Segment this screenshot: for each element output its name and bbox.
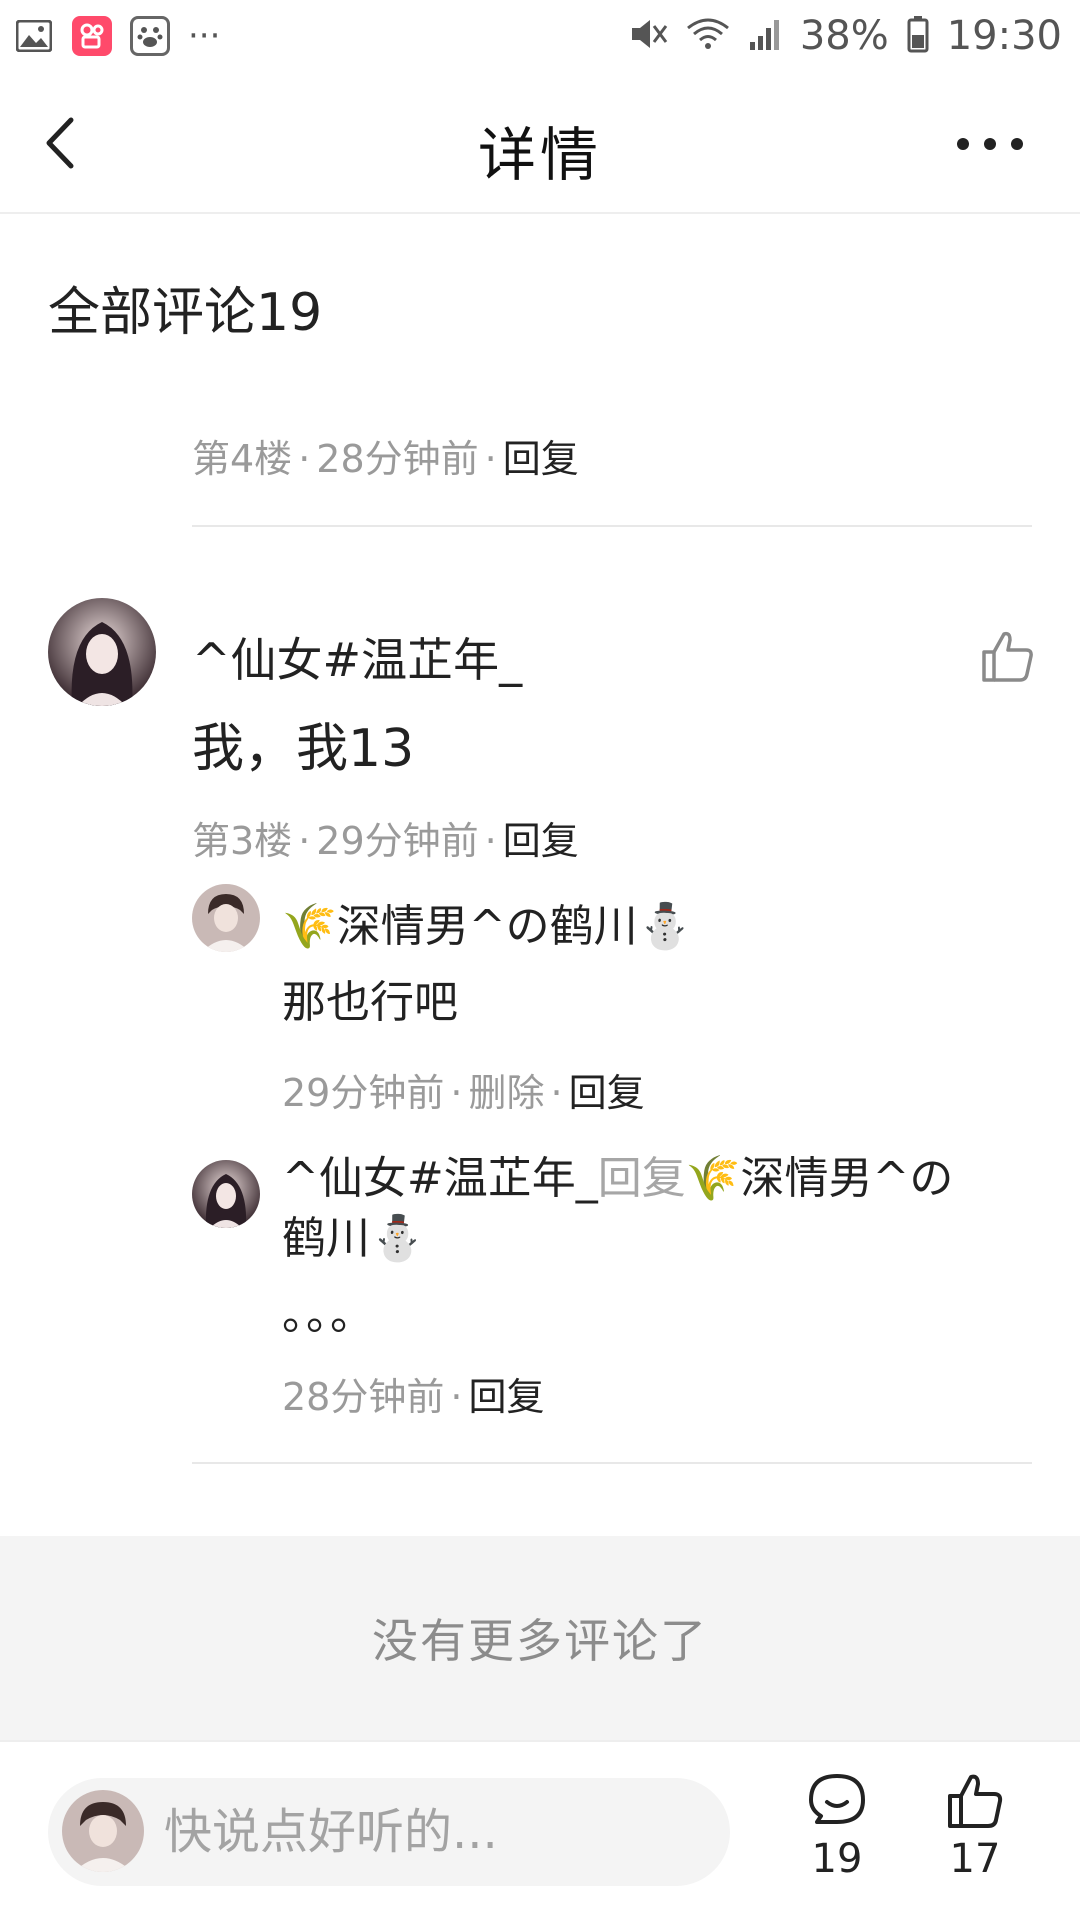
comment-count: 19 <box>811 1836 863 1882</box>
reply-meta: 29分钟前 · 删除 · 回复 <box>282 1071 645 1115</box>
reply-target-username[interactable]: 深情男^の <box>741 1153 954 1204</box>
no-more-comments: 没有更多评论了 <box>0 1536 1080 1740</box>
snowman-emoji: ⛄ <box>637 901 693 952</box>
divider <box>192 1462 1032 1464</box>
avatar[interactable] <box>48 598 156 706</box>
avatar[interactable] <box>192 884 260 952</box>
like-button[interactable] <box>980 628 1036 684</box>
mute-icon <box>628 16 668 56</box>
reply-username-line: ^仙女#温芷年_回复🌾深情男^の <box>282 1142 953 1206</box>
top-navigation-bar: 详情 <box>0 72 1080 214</box>
reply-time: 28分钟前 <box>282 1375 445 1419</box>
floor-label: 第4楼 <box>192 437 293 481</box>
reply-target-username-cont[interactable]: 鹤川 <box>282 1213 370 1264</box>
thumbs-up-icon <box>948 1774 1003 1828</box>
prev-comment-meta: 第4楼 · 28分钟前 · 回复 <box>192 437 579 481</box>
signal-icon <box>748 18 782 54</box>
no-more-label: 没有更多评论了 <box>372 1614 708 1668</box>
avatar <box>62 1790 144 1872</box>
status-overflow: ··· <box>188 16 221 56</box>
reply-username[interactable]: ^仙女#温芷年_ <box>282 1153 598 1204</box>
rice-emoji: 🌾 <box>282 901 337 952</box>
status-bar: ··· 38% 19:30 <box>0 0 1080 72</box>
more-options-button[interactable] <box>940 126 1040 162</box>
reply-meta: 28分钟前 · 回复 <box>282 1375 545 1419</box>
status-bar-right: 38% 19:30 <box>628 13 1062 59</box>
floor-label: 第3楼 <box>192 819 293 863</box>
reply-text: 那也行吧 <box>282 977 458 1028</box>
reply-button[interactable]: 回复 <box>468 1375 544 1419</box>
baidu-app-icon <box>130 16 170 56</box>
battery-icon <box>907 15 929 57</box>
reply-button[interactable]: 回复 <box>569 1071 645 1115</box>
comments-heading: 全部评论19 <box>48 283 323 343</box>
delete-button[interactable]: 删除 <box>468 1071 544 1115</box>
snowman-emoji: ⛄ <box>370 1213 425 1264</box>
reply-username[interactable]: 🌾深情男^の鹤川⛄ <box>282 890 692 954</box>
comment-bubble-icon <box>809 1774 865 1824</box>
avatar[interactable] <box>192 1160 260 1228</box>
thumbs-up-icon <box>982 631 1033 682</box>
bottom-bar: 19 17 <box>0 1740 1080 1920</box>
divider <box>192 525 1032 527</box>
status-bar-left: ··· <box>14 16 220 56</box>
reply-button[interactable]: 回复 <box>503 437 579 481</box>
like-post-button[interactable]: 17 <box>920 1772 1030 1902</box>
reply-text: 。。。 <box>282 1289 376 1340</box>
like-count: 17 <box>949 1836 1001 1882</box>
page-title: 详情 <box>477 121 602 189</box>
rice-emoji: 🌾 <box>685 1153 741 1204</box>
clock: 19:30 <box>946 13 1062 59</box>
comments-button[interactable]: 19 <box>782 1772 892 1902</box>
comment-text: 我，我13 <box>192 719 415 779</box>
reply-target-continuation: 鹤川⛄ <box>282 1202 425 1266</box>
battery-percent: 38% <box>799 13 889 59</box>
comment-input[interactable] <box>162 1778 702 1886</box>
more-dots-icon <box>957 138 1023 150</box>
gallery-icon <box>14 16 54 56</box>
comment-meta: 第3楼 · 29分钟前 · 回复 <box>192 819 579 863</box>
comment-input-container[interactable] <box>48 1778 730 1886</box>
comment-time: 28分钟前 <box>316 437 479 481</box>
comment-time: 29分钟前 <box>316 819 479 863</box>
kuaishou-app-icon <box>72 16 112 56</box>
wifi-icon <box>686 16 730 56</box>
reply-time: 29分钟前 <box>282 1071 445 1115</box>
comment-username[interactable]: ^仙女#温芷年_ <box>192 624 522 690</box>
reply-word: 回复 <box>597 1153 686 1204</box>
reply-button[interactable]: 回复 <box>503 819 579 863</box>
